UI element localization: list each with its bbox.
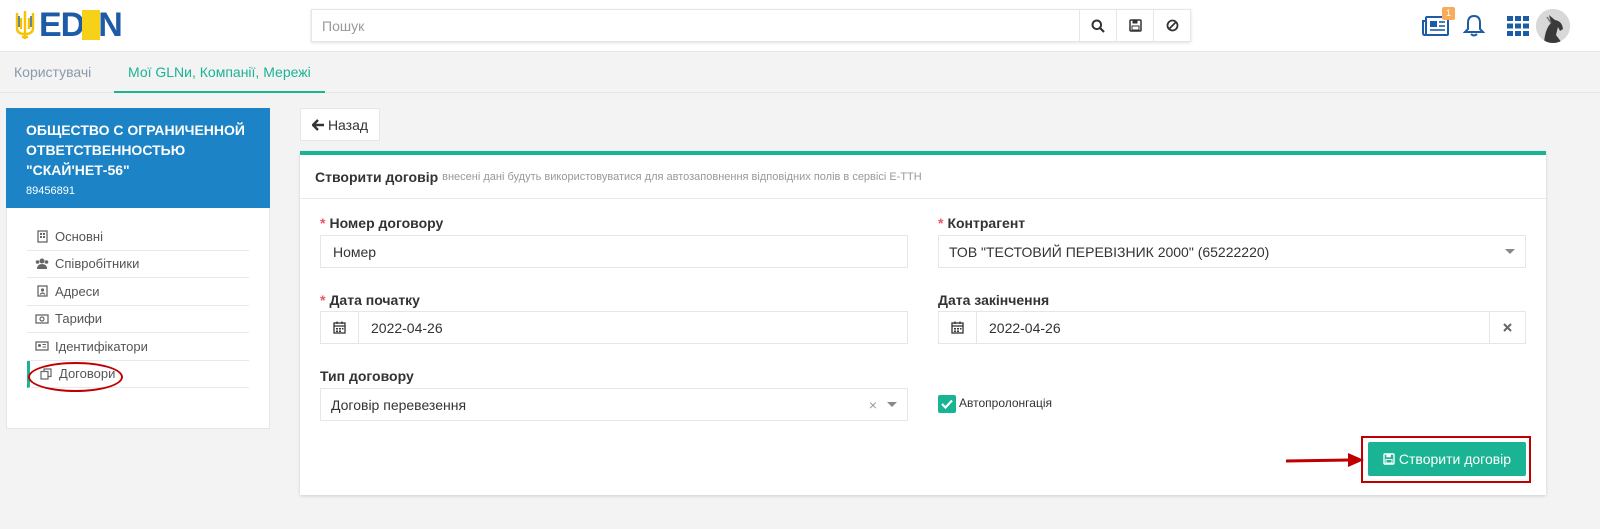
contract-number-field[interactable]: Номер bbox=[320, 235, 908, 268]
contract-type-value: Договір перевезення bbox=[331, 396, 467, 413]
close-icon bbox=[1503, 323, 1512, 332]
clear-date-button[interactable] bbox=[1489, 312, 1525, 343]
menu-item-addresses[interactable]: Адреси bbox=[27, 278, 249, 306]
panel-title: Створити договір bbox=[315, 168, 439, 185]
start-date-value: 2022-04-26 bbox=[371, 319, 443, 336]
chevron-down-icon bbox=[1505, 249, 1515, 254]
end-date-value: 2022-04-26 bbox=[989, 319, 1061, 336]
contract-type-select[interactable]: Договір перевезення × bbox=[320, 388, 908, 421]
money-icon bbox=[35, 312, 49, 326]
end-date-field[interactable]: 2022-04-26 bbox=[938, 311, 1526, 344]
menu-item-label: Тарифи bbox=[55, 311, 103, 327]
apps-grid-icon bbox=[1507, 16, 1529, 36]
save-search-button[interactable] bbox=[1116, 10, 1153, 41]
company-card: ОБЩЕСТВО С ОГРАНИЧЕННОЙ ОТВЕТСТВЕННОСТЬЮ… bbox=[6, 108, 270, 208]
menu-item-label: Адреси bbox=[55, 283, 100, 299]
news-button[interactable]: 1 bbox=[1420, 7, 1455, 42]
search-bar bbox=[311, 9, 1191, 42]
edin-logo[interactable]: ED N bbox=[14, 6, 123, 44]
menu-item-label: Основні bbox=[55, 228, 103, 244]
logo-text-ed: ED bbox=[39, 6, 85, 44]
menu-item-tariffs[interactable]: Тарифи bbox=[27, 306, 249, 333]
avatar-image-icon bbox=[1536, 9, 1570, 43]
autoprolong-label: Автопролонгація bbox=[959, 396, 1052, 410]
back-button-label: Назад bbox=[327, 116, 369, 133]
search-button[interactable] bbox=[1079, 10, 1116, 41]
contract-type-label: Тип договору bbox=[320, 368, 414, 384]
counterparty-value: ТОВ "ТЕСТОВИЙ ПЕРЕВІЗНИК 2000" (65222220… bbox=[949, 243, 1270, 260]
building-icon bbox=[35, 229, 49, 243]
start-date-label: * Дата початку bbox=[320, 292, 420, 308]
company-name: ОБЩЕСТВО С ОГРАНИЧЕННОЙ ОТВЕТСТВЕННОСТЬЮ… bbox=[26, 122, 245, 178]
top-navbar: ED N 1 bbox=[0, 0, 1600, 52]
users-icon bbox=[35, 257, 49, 271]
company-id: 89456891 bbox=[26, 185, 75, 197]
address-card-icon bbox=[35, 284, 49, 298]
counterparty-select[interactable]: ТОВ "ТЕСТОВИЙ ПЕРЕВІЗНИК 2000" (65222220… bbox=[938, 235, 1526, 268]
section-tabs: Користувачі Мої GLNи, Компанії, Мережі bbox=[0, 52, 1600, 93]
clear-search-button[interactable] bbox=[1153, 10, 1190, 41]
checkmark-icon bbox=[941, 399, 953, 409]
start-date-field[interactable]: 2022-04-26 bbox=[320, 311, 908, 344]
required-mark: * bbox=[320, 292, 326, 308]
user-avatar[interactable] bbox=[1536, 9, 1570, 43]
clear-selection-icon[interactable]: × bbox=[869, 397, 877, 413]
create-contract-button[interactable]: Створити договір bbox=[1368, 442, 1526, 476]
autoprolong-checkbox[interactable] bbox=[938, 395, 956, 413]
apps-button[interactable] bbox=[1502, 10, 1534, 42]
annotation-circle bbox=[28, 362, 123, 392]
required-mark: * bbox=[320, 215, 326, 231]
company-menu: Основні Співробітники Адреси Тарифи Іден… bbox=[6, 208, 270, 429]
calendar-icon[interactable] bbox=[321, 312, 359, 343]
panel-subtitle: внесені дані будуть використовуватися дл… bbox=[442, 170, 922, 183]
counterparty-label: * Контрагент bbox=[938, 215, 1026, 231]
contract-number-label: * Номер договору bbox=[320, 215, 444, 231]
notifications-button[interactable] bbox=[1458, 10, 1490, 42]
save-icon bbox=[1383, 453, 1395, 465]
menu-item-identifiers[interactable]: Ідентифікатори bbox=[27, 333, 249, 361]
back-button[interactable]: Назад bbox=[300, 108, 380, 141]
save-icon bbox=[1128, 19, 1142, 32]
tab-users[interactable]: Користувачі bbox=[0, 52, 105, 93]
trident-icon bbox=[15, 11, 35, 39]
logo-text-n: N bbox=[98, 6, 123, 44]
search-icon bbox=[1091, 19, 1105, 33]
required-mark: * bbox=[938, 215, 944, 231]
ban-icon bbox=[1166, 19, 1178, 32]
tab-my-glns[interactable]: Мої GLNи, Компанії, Мережі bbox=[114, 52, 325, 93]
calendar-icon[interactable] bbox=[939, 312, 977, 343]
menu-item-basic[interactable]: Основні bbox=[27, 223, 249, 251]
bell-icon bbox=[1463, 14, 1485, 37]
annotation-arrow bbox=[1286, 453, 1364, 467]
menu-item-label: Ідентифікатори bbox=[55, 338, 148, 354]
news-badge: 1 bbox=[1442, 7, 1455, 20]
end-date-label: Дата закінчення bbox=[938, 292, 1050, 308]
create-contract-label: Створити договір bbox=[1398, 451, 1512, 467]
chevron-down-icon bbox=[887, 402, 897, 407]
menu-item-label: Співробітники bbox=[55, 256, 140, 272]
arrow-left-icon bbox=[311, 118, 324, 131]
id-card-icon bbox=[35, 339, 49, 353]
panel-header: Створити договір внесені дані будуть вик… bbox=[300, 155, 1546, 199]
search-input[interactable] bbox=[312, 10, 1079, 41]
contract-number-value: Номер bbox=[333, 243, 377, 260]
menu-item-employees[interactable]: Співробітники bbox=[27, 251, 249, 278]
